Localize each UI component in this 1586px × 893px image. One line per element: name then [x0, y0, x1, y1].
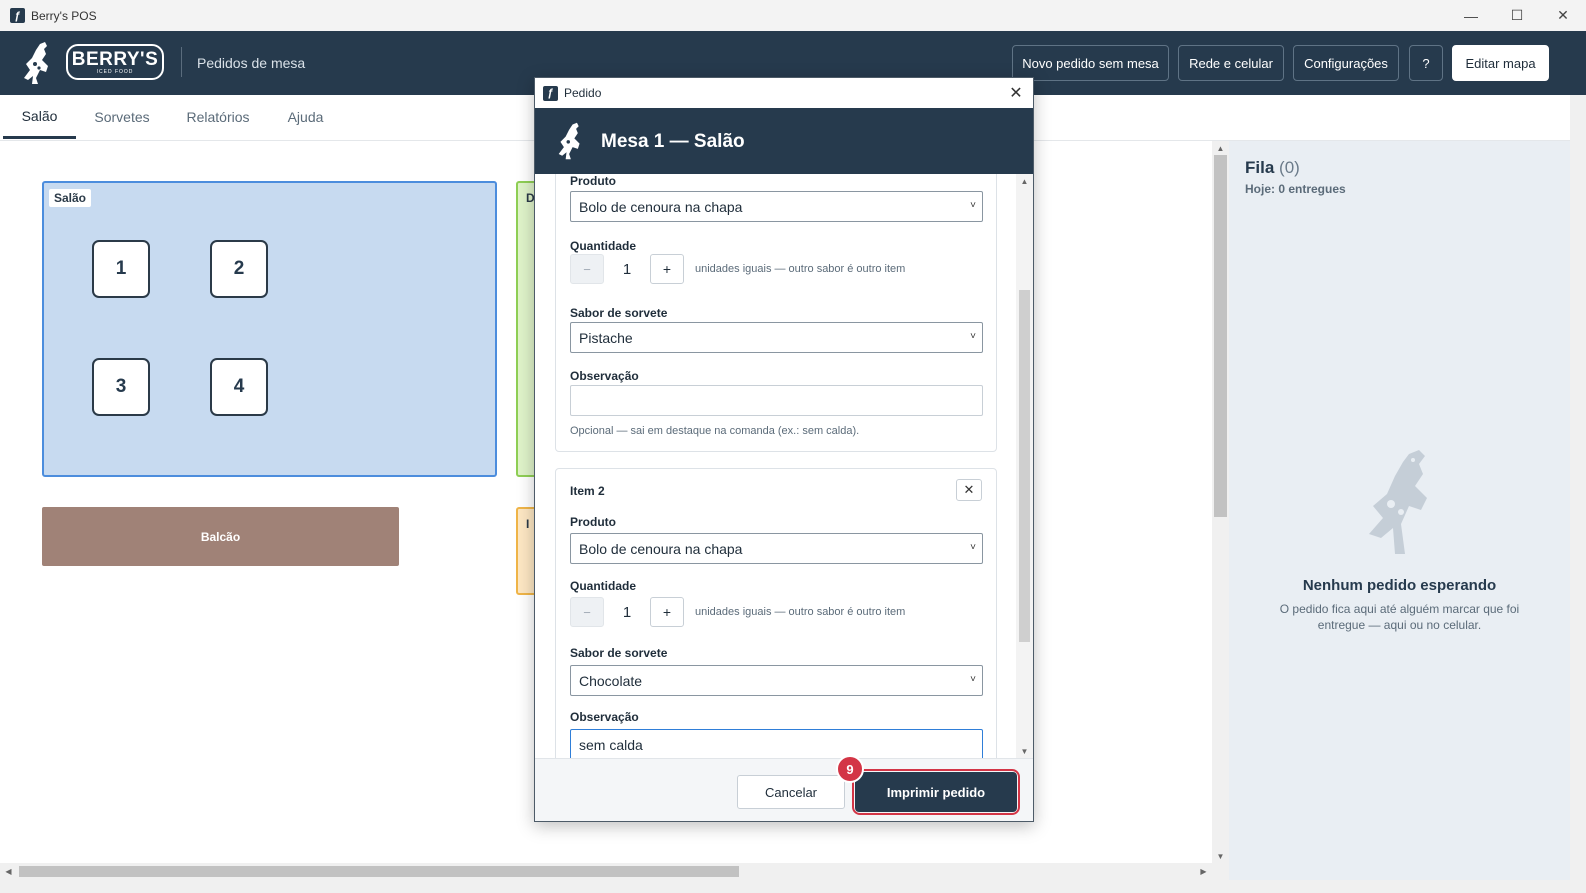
note-input[interactable]: [570, 385, 983, 416]
zone-label: Salão: [49, 189, 92, 207]
tab-relatorios[interactable]: Relatórios: [178, 95, 258, 139]
quantity-hint: unidades iguais — outro sabor é outro it…: [695, 263, 906, 275]
app-icon: ƒ: [10, 8, 25, 23]
quantity-value: 1: [622, 603, 632, 621]
scroll-down-icon[interactable]: ▼: [1016, 744, 1033, 758]
quantity-decrement-button[interactable]: −: [570, 597, 604, 627]
settings-button[interactable]: Configurações: [1293, 45, 1399, 81]
scroll-right-icon[interactable]: ▶: [1195, 863, 1212, 880]
note-label: Observação: [570, 710, 639, 724]
map-horizontal-scrollbar[interactable]: ◀ ▶: [0, 863, 1212, 880]
cancel-button[interactable]: Cancelar: [737, 775, 845, 809]
scroll-thumb[interactable]: [19, 866, 739, 877]
table-3[interactable]: 3: [92, 358, 150, 416]
dialog-window-title: Pedido: [564, 86, 602, 100]
queue-count: (0): [1279, 158, 1300, 177]
quantity-label: Quantidade: [570, 579, 637, 593]
queue-panel: Fila (0) Hoje: 0 entregues Nenhum pedido…: [1229, 141, 1570, 880]
product-label: Produto: [570, 515, 616, 529]
chevron-down-icon: ˅: [970, 331, 976, 342]
note-label: Observação: [570, 369, 639, 383]
maximize-button[interactable]: ☐: [1494, 0, 1540, 31]
queue-empty-title: Nenhum pedido esperando: [1302, 577, 1497, 594]
flavor-select[interactable]: Pistache ˅: [570, 322, 983, 353]
quantity-value: 1: [622, 260, 632, 278]
flavor-select[interactable]: Chocolate ˅: [570, 665, 983, 696]
item-title: Item 2: [570, 484, 605, 498]
close-window-button[interactable]: ✕: [1540, 0, 1586, 31]
help-button[interactable]: ?: [1409, 45, 1443, 81]
quantity-label: Quantidade: [570, 239, 637, 253]
product-select[interactable]: Bolo de cenoura na chapa ˅: [570, 191, 983, 222]
quantity-increment-button[interactable]: +: [650, 597, 684, 627]
order-item-card: Item 2 ✕ Produto Bolo de cenoura na chap…: [555, 468, 997, 758]
scroll-up-icon[interactable]: ▲: [1212, 141, 1229, 155]
mascot-logo-icon: [558, 122, 580, 160]
network-phone-button[interactable]: Rede e celular: [1178, 45, 1284, 81]
new-order-no-table-button[interactable]: Novo pedido sem mesa: [1012, 45, 1169, 81]
chevron-down-icon: ˅: [970, 200, 976, 211]
zone-label: I: [526, 517, 530, 531]
dialog-heading: Mesa 1 — Salão: [601, 131, 745, 152]
zone-balcao[interactable]: Balcão: [42, 507, 399, 566]
queue-empty-text: O pedido fica aqui até alguém marcar que…: [1279, 602, 1520, 632]
dialog-header: Mesa 1 — Salão: [535, 108, 1033, 174]
flavor-label: Sabor de sorvete: [570, 306, 668, 320]
quantity-hint: unidades iguais — outro sabor é outro it…: [695, 606, 906, 618]
order-item-card: Produto Bolo de cenoura na chapa ˅ Quant…: [555, 174, 997, 452]
brand-logo: BERRY'S ICED FOOD: [66, 44, 164, 80]
order-dialog: ƒ Pedido ✕ Mesa 1 — Salão Produto Bolo d…: [534, 77, 1034, 822]
tab-salao[interactable]: Salão: [3, 95, 76, 139]
header-divider: [181, 47, 182, 77]
queue-today: Hoje: 0 entregues: [1245, 182, 1346, 196]
close-icon[interactable]: ✕: [1005, 82, 1027, 104]
tab-ajuda[interactable]: Ajuda: [278, 95, 333, 139]
dialog-body: Produto Bolo de cenoura na chapa ˅ Quant…: [535, 174, 1033, 758]
tab-sorvetes[interactable]: Sorvetes: [86, 95, 158, 139]
mascot-logo-icon: [24, 42, 48, 84]
dialog-footer: Cancelar Imprimir pedido 9: [535, 755, 1033, 821]
dialog-scrollbar[interactable]: ▲ ▼: [1016, 174, 1033, 758]
product-value: Bolo de cenoura na chapa: [579, 540, 743, 557]
brand-name: BERRY'S: [71, 48, 159, 70]
scroll-left-icon[interactable]: ◀: [0, 863, 17, 880]
queue-title: Fila (0): [1245, 158, 1300, 178]
note-input[interactable]: sem calda: [570, 729, 983, 758]
flavor-value: Pistache: [579, 329, 633, 346]
mascot-empty-icon: [1369, 450, 1427, 554]
note-help-text: Opcional — sai em destaque na comanda (e…: [570, 425, 860, 437]
table-4[interactable]: 4: [210, 358, 268, 416]
table-1[interactable]: 1: [92, 240, 150, 298]
dialog-titlebar: ƒ Pedido ✕: [535, 78, 1033, 108]
map-vertical-scrollbar[interactable]: ▲ ▼: [1212, 141, 1229, 863]
bottom-strip: [0, 880, 1586, 893]
window-controls: — ☐ ✕: [1448, 0, 1586, 31]
app-icon: ƒ: [543, 85, 558, 101]
flavor-value: Chocolate: [579, 672, 643, 689]
quantity-increment-button[interactable]: +: [650, 254, 684, 284]
remove-item-icon[interactable]: ✕: [956, 479, 982, 501]
window-titlebar: ƒ Berry's POS — ☐ ✕: [0, 0, 1586, 31]
header-subtitle: Pedidos de mesa: [197, 55, 306, 71]
scroll-up-icon[interactable]: ▲: [1016, 174, 1033, 188]
edit-map-button[interactable]: Editar mapa: [1452, 45, 1549, 81]
scroll-thumb[interactable]: [1214, 155, 1227, 517]
product-label: Produto: [570, 174, 616, 188]
chevron-down-icon: ˅: [970, 674, 976, 685]
queue-title-label: Fila: [1245, 158, 1275, 177]
flavor-label: Sabor de sorvete: [570, 646, 668, 660]
step-badge: 9: [836, 755, 864, 783]
quantity-decrement-button[interactable]: −: [570, 254, 604, 284]
product-value: Bolo de cenoura na chapa: [579, 198, 743, 215]
product-select[interactable]: Bolo de cenoura na chapa ˅: [570, 533, 983, 564]
zone-salao[interactable]: Salão 1 2 3 4: [42, 181, 497, 477]
table-2[interactable]: 2: [210, 240, 268, 298]
window-title: Berry's POS: [31, 8, 97, 23]
chevron-down-icon: ˅: [970, 542, 976, 553]
scroll-thumb[interactable]: [1019, 290, 1030, 642]
scroll-down-icon[interactable]: ▼: [1212, 849, 1229, 863]
brand-subtitle: ICED FOOD: [96, 68, 134, 75]
minimize-button[interactable]: —: [1448, 0, 1494, 31]
print-order-button[interactable]: Imprimir pedido: [855, 772, 1017, 812]
